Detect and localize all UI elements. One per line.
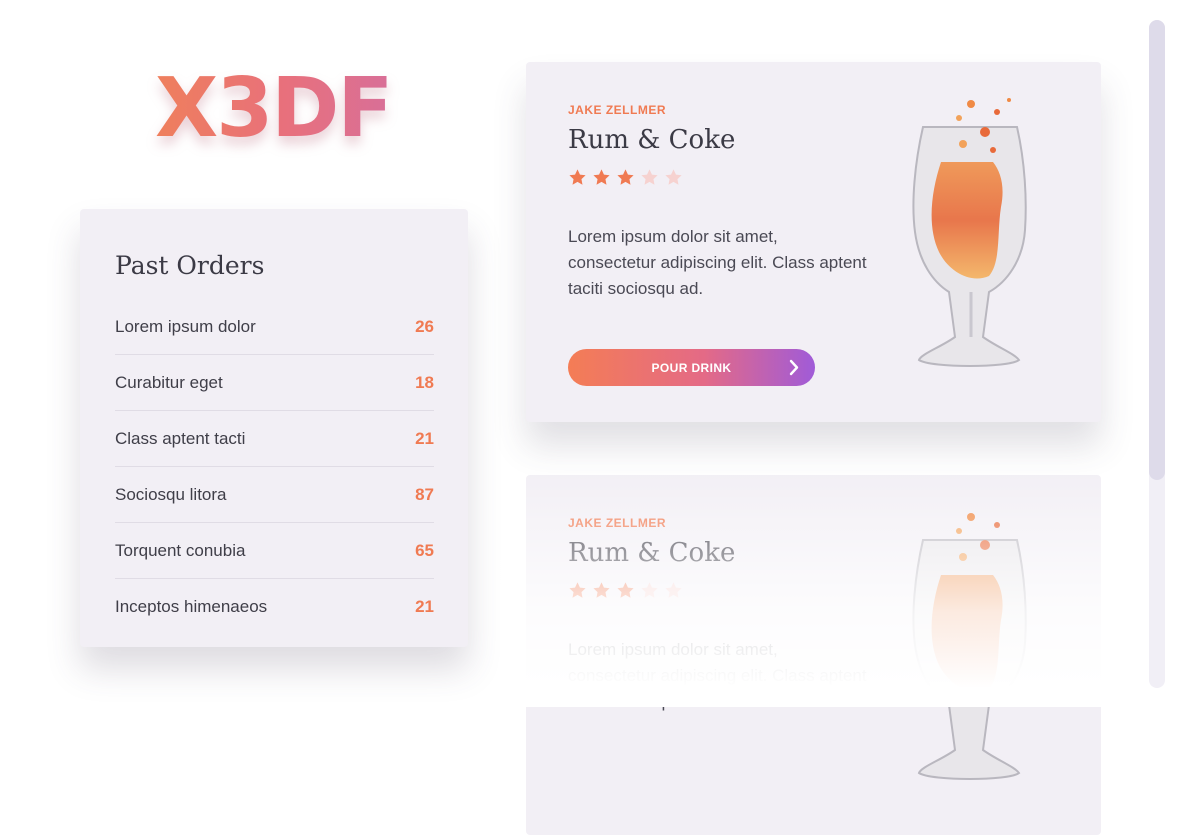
order-name: Inceptos himenaeos: [115, 597, 268, 616]
past-orders-title: Past Orders: [115, 251, 265, 280]
order-name: Sociosqu litora: [115, 484, 227, 504]
drink-name: Rum & Coke: [568, 538, 736, 568]
star-icon[interactable]: [616, 168, 635, 187]
pour-drink-button[interactable]: POUR DRINK: [568, 349, 815, 386]
star-icon[interactable]: [616, 581, 635, 600]
order-name: Class aptent tacti: [115, 428, 246, 448]
star-rating[interactable]: [568, 581, 683, 600]
order-name: Lorem ipsum dolor: [115, 316, 256, 336]
order-name: Curabitur eget: [115, 372, 223, 392]
star-icon[interactable]: [640, 168, 659, 187]
drink-author: JAKE ZELLMER: [568, 516, 667, 530]
order-row[interactable]: Sociosqu litora 87: [115, 467, 434, 523]
star-icon[interactable]: [568, 581, 587, 600]
order-count: 65: [415, 540, 434, 560]
chevron-right-icon: [789, 359, 799, 376]
drink-name: Rum & Coke: [568, 125, 736, 155]
pour-drink-label: POUR DRINK: [651, 360, 732, 375]
star-icon[interactable]: [664, 581, 683, 600]
order-row[interactable]: Class aptent tacti 21: [115, 411, 434, 467]
star-rating[interactable]: [568, 168, 683, 187]
order-count: 18: [415, 372, 434, 392]
star-icon[interactable]: [664, 168, 683, 187]
drink-description: Lorem ipsum dolor sit amet, consectetur …: [568, 640, 867, 711]
app-logo: X3DF: [155, 61, 393, 156]
drink-card: JAKE ZELLMER Rum & Coke Lorem ipsum dolo…: [526, 475, 1101, 835]
past-orders-list: Lorem ipsum dolor 26 Curabitur eget 18 C…: [115, 299, 434, 635]
past-orders-panel: Past Orders Lorem ipsum dolor 26 Curabit…: [80, 209, 468, 647]
drink-author: JAKE ZELLMER: [568, 103, 667, 117]
order-row[interactable]: Torquent conubia 65: [115, 523, 434, 579]
star-icon[interactable]: [592, 581, 611, 600]
scrollbar-thumb[interactable]: [1149, 20, 1165, 480]
order-row[interactable]: Lorem ipsum dolor 26: [115, 299, 434, 355]
order-row[interactable]: Curabitur eget 18: [115, 355, 434, 411]
drink-description: Lorem ipsum dolor sit amet, consectetur …: [568, 227, 867, 298]
order-row[interactable]: Inceptos himenaeos 21: [115, 579, 434, 635]
cocktail-glass-icon: [901, 92, 1041, 382]
order-count: 87: [415, 484, 434, 504]
order-name: Torquent conubia: [115, 540, 246, 560]
star-icon[interactable]: [592, 168, 611, 187]
star-icon[interactable]: [640, 581, 659, 600]
order-count: 26: [415, 316, 434, 336]
drink-card: JAKE ZELLMER Rum & Coke Lorem ipsum dolo…: [526, 62, 1101, 422]
order-count: 21: [415, 597, 434, 616]
order-count: 21: [415, 428, 434, 448]
star-icon[interactable]: [568, 168, 587, 187]
cocktail-glass-icon: [901, 505, 1041, 795]
